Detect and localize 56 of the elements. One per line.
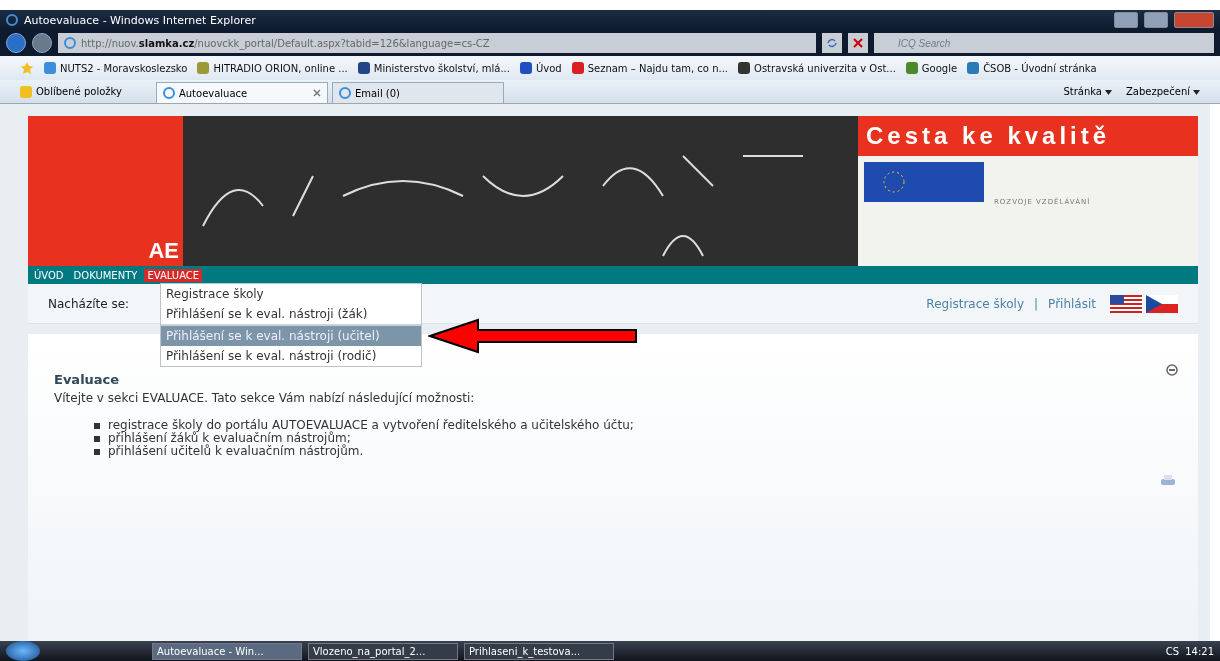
favorites-button[interactable]: Oblíbené položky (20, 85, 122, 98)
collapse-icon[interactable] (1166, 364, 1178, 376)
logo-text: AE (148, 238, 179, 264)
taskbar-button[interactable]: Vlozeno_na_portal_2... (308, 642, 458, 660)
favorites-link[interactable]: NUTS2 - Moravskoslezsko (44, 62, 188, 74)
intro-text: Vítejte v sekci EVALUACE. Tato sekce Vám nabízí následující možnosti: (54, 391, 476, 405)
taskbar-button[interactable]: Prihlaseni_k_testova... (464, 642, 614, 660)
browser-tab[interactable]: Autoevaluace (155, 82, 328, 103)
us-flag-icon[interactable] (1110, 294, 1142, 313)
browser-icon (6, 14, 18, 26)
czech-flag-icon[interactable] (1146, 294, 1178, 313)
clock: 14:21 (1185, 645, 1214, 657)
refresh-button[interactable] (822, 33, 842, 53)
bullet-icon (94, 448, 100, 455)
favorites-link[interactable]: Seznam – Najdu tam, co n... (571, 62, 729, 74)
list-item: přihlášení žáků k evaluačním nástrojům; (108, 432, 351, 445)
close-icon (853, 38, 863, 48)
search-field[interactable]: ICQ Search (874, 33, 1214, 53)
close-icon[interactable] (312, 89, 321, 97)
browser-icon (64, 37, 76, 49)
list-item: registrace školy do portálu AUTOEVALUACE a vytvoření ředitelského a učitelského účtu; (108, 419, 634, 432)
star-icon[interactable] (20, 61, 34, 75)
back-button[interactable] (6, 33, 26, 53)
nav-item[interactable]: ÚVOD (31, 268, 67, 282)
command-menu[interactable]: Zabezpečení (1126, 86, 1200, 97)
breadcrumb-label: Nacházíte se: (48, 296, 130, 311)
caret-icon (1105, 90, 1112, 95)
browser-icon (162, 87, 175, 99)
nav-item[interactable]: DOKUMENTY (70, 268, 141, 282)
stop-button[interactable] (848, 33, 868, 53)
link-separator: | (1034, 296, 1039, 311)
section-heading: Evaluace (54, 372, 121, 387)
forward-button[interactable] (32, 33, 52, 53)
favorites-link[interactable]: Úvod (519, 62, 562, 74)
browser-icon (338, 87, 351, 99)
favorites-link[interactable]: Google (905, 62, 958, 74)
favorites-link[interactable]: HITRADIO ORION, online ... (197, 62, 348, 74)
bullet-icon (94, 435, 100, 442)
refresh-icon (826, 37, 838, 49)
header-link[interactable]: Registrace školy (926, 296, 1025, 311)
header-link[interactable]: Přihlásit (1048, 296, 1096, 311)
window-title: Autoevaluace - Windows Internet Explorer (24, 13, 256, 27)
caret-icon (1193, 90, 1200, 95)
taskbar-button[interactable]: Autoevaluace - Win... (152, 642, 302, 660)
language-indicator: CS (1165, 645, 1180, 657)
browser-tab[interactable]: Email (0) (331, 82, 504, 103)
nav-item[interactable]: EVALUACE (144, 268, 203, 282)
banner-title: Cesta ke kvalitě (858, 116, 1198, 156)
command-menu[interactable]: Stránka (1063, 86, 1112, 97)
favorites-link[interactable]: ČSOB - Úvodní stránka (967, 62, 1097, 74)
favorites-link[interactable]: Ostravská univerzita v Ost... (738, 62, 896, 74)
bullet-icon (94, 422, 100, 429)
list-item: přihlášení učitelů k evaluačním nástrojům. (108, 445, 364, 458)
address-field[interactable]: http://nuov.slamka.cz/nuovckk_portal/Default.aspx?tabid=126&language=cs-CZ (58, 33, 816, 53)
favorites-link[interactable]: Ministerstvo školství, mlá... (357, 62, 510, 74)
start-button[interactable] (6, 641, 40, 661)
